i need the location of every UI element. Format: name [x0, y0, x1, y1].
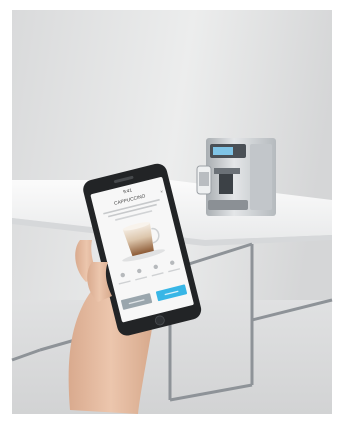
coffee-machine — [196, 138, 276, 216]
product-photo: 9:41 CAPPUCCINO × — [0, 0, 339, 423]
